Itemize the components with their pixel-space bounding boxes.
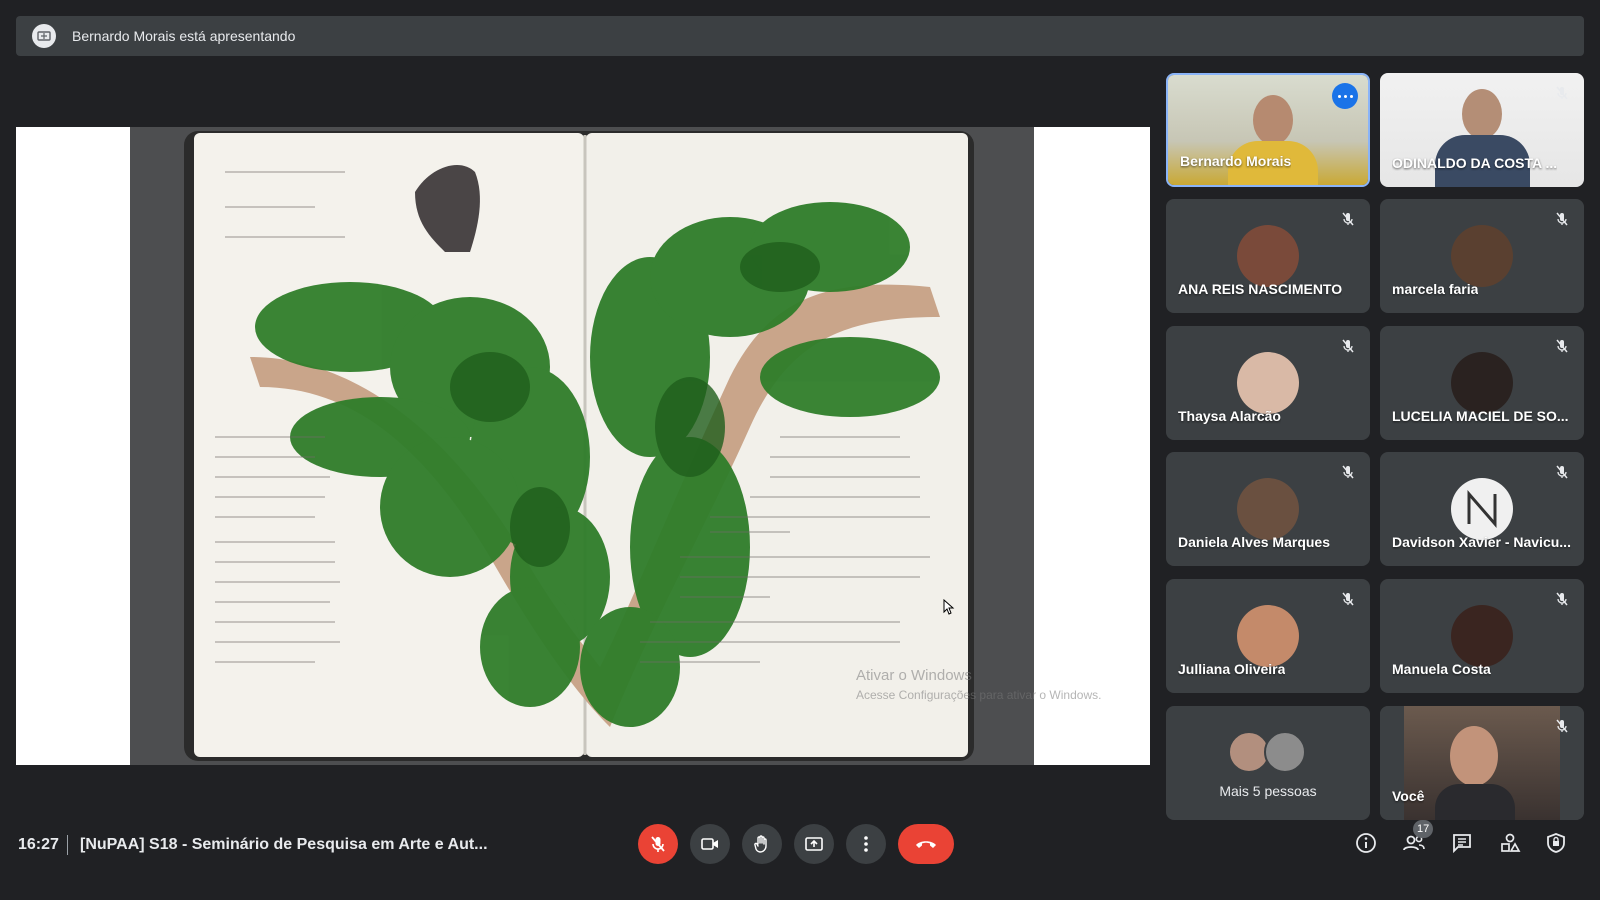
more-participants-tile[interactable]: Mais 5 pessoas [1166, 706, 1370, 820]
windows-activation-watermark: Ativar o Windows Acesse Configurações pa… [856, 667, 1101, 702]
avatar [1237, 225, 1299, 287]
avatar [1237, 605, 1299, 667]
mic-off-icon [1342, 592, 1354, 606]
participant-name: marcela faria [1392, 281, 1479, 297]
mic-off-icon [651, 836, 665, 852]
avatar [1451, 225, 1513, 287]
participant-tile-marcela-faria[interactable]: marcela faria [1380, 199, 1584, 313]
participant-tile-davidson-xavier[interactable]: Davidson Xavier - Navicu... [1380, 452, 1584, 566]
host-controls-icon [1547, 833, 1565, 853]
self-view-tile[interactable]: Você [1380, 706, 1584, 820]
more-participants-label: Mais 5 pessoas [1219, 783, 1317, 799]
host-controls-button[interactable] [1543, 830, 1569, 856]
more-options-button[interactable] [1332, 83, 1358, 109]
participant-name: Bernardo Morais [1180, 153, 1292, 169]
info-icon [1356, 833, 1376, 853]
mic-off-icon [1556, 465, 1568, 479]
mic-off-icon [1342, 465, 1354, 479]
participant-name: Manuela Costa [1392, 661, 1491, 677]
raise-hand-button[interactable] [742, 824, 782, 864]
mic-off-icon [1556, 719, 1568, 733]
mic-off-icon [1556, 86, 1568, 100]
divider [67, 835, 68, 855]
participant-name: ODINALDO DA COSTA ... [1392, 155, 1558, 171]
participant-name: Thaysa Alarcão [1178, 408, 1281, 424]
meeting-details-button[interactable] [1353, 830, 1379, 856]
participant-tile-lucelia-maciel[interactable]: LUCELIA MACIEL DE SO... [1380, 326, 1584, 440]
watermark-subtitle: Acesse Configurações para ativar o Windo… [856, 688, 1102, 702]
avatar [1264, 731, 1306, 773]
meeting-time: 16:27 [18, 836, 59, 853]
camera-toggle-button[interactable] [690, 824, 730, 864]
avatar [1451, 352, 1513, 414]
participant-name: LUCELIA MACIEL DE SO... [1392, 408, 1569, 424]
presentation-icon [32, 24, 56, 48]
chat-button[interactable] [1449, 830, 1475, 856]
end-call-icon [916, 841, 936, 848]
present-screen-button[interactable] [794, 824, 834, 864]
presenting-banner: Bernardo Morais está apresentando [16, 16, 1584, 56]
avatar [1451, 605, 1513, 667]
mouse-cursor-icon [943, 599, 955, 615]
avatar [1237, 478, 1299, 540]
participant-name: Daniela Alves Marques [1178, 534, 1330, 550]
mic-off-icon [1556, 212, 1568, 226]
more-options-icon [864, 836, 868, 852]
mic-off-icon [1342, 339, 1354, 353]
participant-tile-ana-reis[interactable]: ANA REIS NASCIMENTO [1166, 199, 1370, 313]
microphone-toggle-button[interactable] [638, 824, 678, 864]
mic-off-icon [1342, 212, 1354, 226]
raise-hand-icon [754, 835, 767, 853]
activities-button[interactable] [1497, 830, 1523, 856]
presentation-stage: Ativar o Windows Acesse Configurações pa… [16, 127, 1150, 765]
participant-tile-daniela-alves[interactable]: Daniela Alves Marques [1166, 452, 1370, 566]
participant-name: Davidson Xavier - Navicu... [1392, 534, 1571, 550]
mic-off-icon [1556, 592, 1568, 606]
camera-icon [701, 838, 718, 850]
participant-name: ANA REIS NASCIMENTO [1178, 281, 1343, 297]
meeting-title: [NuPAA] S18 - Seminário de Pesquisa em A… [80, 836, 488, 853]
present-screen-icon [805, 837, 823, 851]
participant-tile-bernardo-morais[interactable]: Bernardo Morais [1166, 73, 1370, 187]
presenting-text: Bernardo Morais está apresentando [72, 28, 296, 44]
participant-count-badge: 17 [1413, 820, 1434, 838]
participant-tile-manuela-costa[interactable]: Manuela Costa [1380, 579, 1584, 693]
meeting-control-bar: 16:27 [NuPAA] S18 - Seminário de Pesquis… [0, 820, 1600, 900]
avatar [1451, 478, 1513, 540]
participant-tile-thaysa-alarcao[interactable]: Thaysa Alarcão [1166, 326, 1370, 440]
more-options-button[interactable] [846, 824, 886, 864]
participant-name: Você [1392, 788, 1425, 804]
leave-call-button[interactable] [898, 824, 954, 864]
watermark-title: Ativar o Windows [856, 667, 972, 684]
chat-icon [1453, 834, 1471, 854]
avatar [1237, 352, 1299, 414]
mic-off-icon [1556, 339, 1568, 353]
participant-tile-julliana-oliveira[interactable]: Julliana Oliveira [1166, 579, 1370, 693]
participant-tile-odinaldo[interactable]: ODINALDO DA COSTA ... [1380, 73, 1584, 187]
participant-name: Julliana Oliveira [1178, 661, 1286, 677]
participants-avatar-group [1228, 731, 1308, 773]
activities-icon [1501, 833, 1521, 852]
